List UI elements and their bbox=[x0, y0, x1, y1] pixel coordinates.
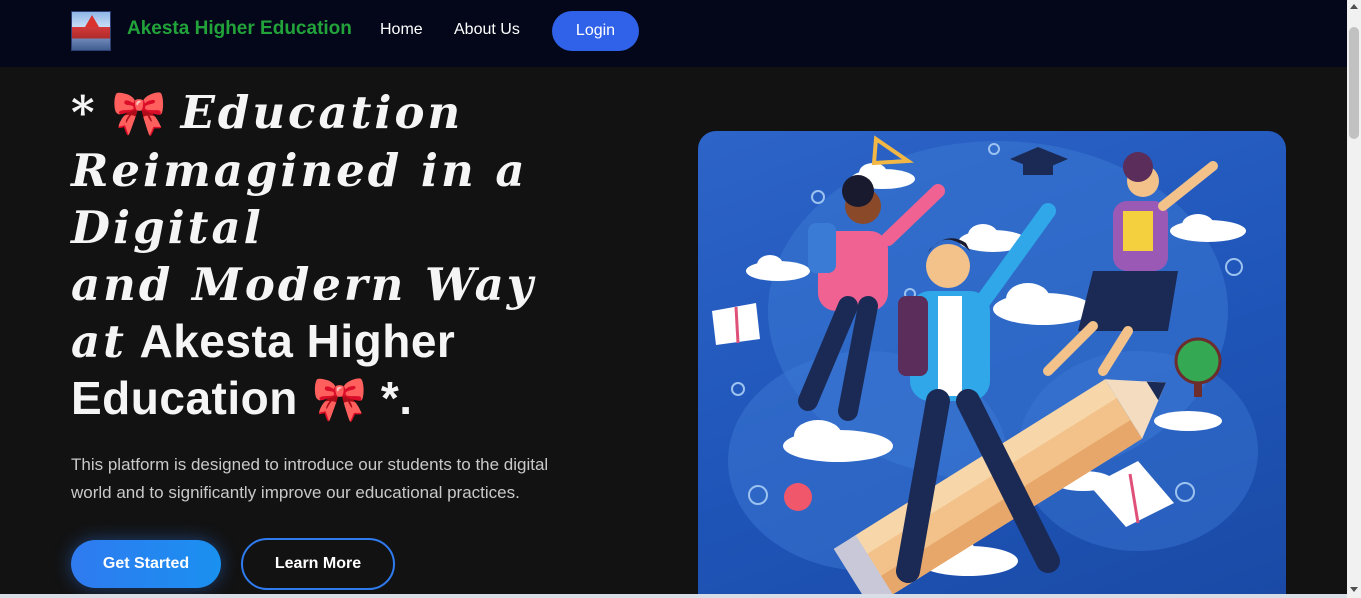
title-line6-suffix: *. bbox=[380, 372, 413, 424]
nav-about-link[interactable]: About Us bbox=[454, 21, 520, 39]
title-line3: Digital bbox=[71, 201, 264, 254]
title-line4: and Modern Way bbox=[71, 258, 536, 311]
hero-title: * 🎀 Education Reimagined in a Digital an… bbox=[71, 84, 631, 428]
students-flying-on-pencil-illustration bbox=[712, 135, 1258, 594]
scroll-thumb[interactable] bbox=[1349, 27, 1359, 139]
logo[interactable] bbox=[71, 11, 111, 51]
bottom-edge bbox=[0, 594, 1347, 598]
hero-illustration bbox=[698, 131, 1286, 594]
title-line2: Reimagined in a bbox=[71, 144, 528, 197]
bow-icon: 🎀 bbox=[311, 375, 367, 424]
hero-description: This platform is designed to introduce o… bbox=[71, 455, 549, 502]
title-star: * bbox=[71, 86, 98, 139]
brand-name[interactable]: Akesta Higher Education bbox=[127, 18, 352, 40]
get-started-button[interactable]: Get Started bbox=[71, 540, 221, 588]
navbar: Akesta Higher Education Home About Us Lo… bbox=[0, 0, 1347, 67]
nav-home-link[interactable]: Home bbox=[380, 21, 423, 39]
bow-icon: 🎀 bbox=[111, 89, 167, 138]
page: Akesta Higher Education Home About Us Lo… bbox=[0, 0, 1361, 598]
scroll-down-arrow-icon[interactable] bbox=[1350, 587, 1358, 592]
title-line5-bold: Akesta Higher bbox=[139, 315, 456, 367]
logo-roof bbox=[85, 15, 99, 27]
title-line5-script: at bbox=[71, 315, 127, 368]
vertical-scrollbar[interactable] bbox=[1347, 0, 1361, 598]
login-button[interactable]: Login bbox=[552, 11, 639, 51]
learn-more-button[interactable]: Learn More bbox=[241, 538, 395, 590]
title-word-education: Education bbox=[180, 86, 464, 139]
title-line6-bold: Education bbox=[71, 372, 298, 424]
scroll-up-arrow-icon[interactable] bbox=[1350, 4, 1358, 9]
